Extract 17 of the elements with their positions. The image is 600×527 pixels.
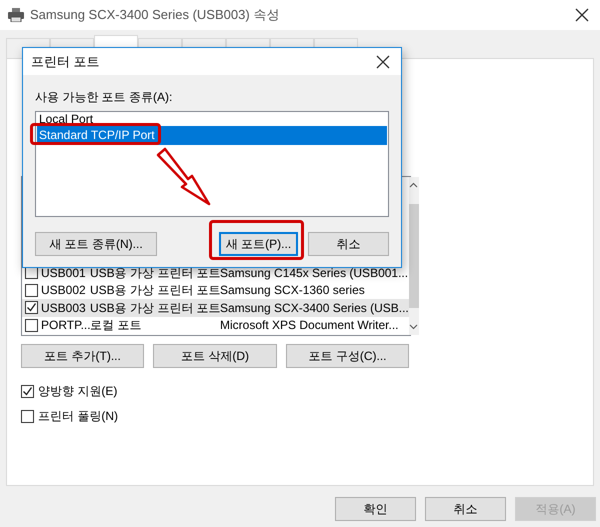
option-label: 양방향 지원(E) bbox=[38, 383, 118, 400]
port-description: USB용 가상 프린터 포트 bbox=[90, 300, 220, 317]
port-name: USB001 bbox=[40, 264, 87, 282]
port-description: USB용 가상 프린터 포트 bbox=[90, 264, 220, 282]
option-label: 프린터 풀링(N) bbox=[38, 408, 118, 425]
port-description: 로컬 포트 bbox=[90, 317, 142, 334]
printer-name: Microsoft XPS Document Writer... bbox=[220, 317, 398, 334]
dialog-title: 프린터 포트 bbox=[31, 52, 100, 71]
printer-name: Samsung SCX-3400 Series (USB... bbox=[220, 300, 409, 317]
port-name: USB002 bbox=[40, 282, 87, 300]
port-name: USB003 bbox=[40, 300, 87, 317]
port-description: USB용 가상 프린터 포트 bbox=[90, 282, 220, 300]
list-label: 사용 가능한 포트 종류(A): bbox=[35, 89, 174, 106]
port-name: PORTP... bbox=[40, 317, 90, 334]
printer-name: Samsung C145x Series (USB001... bbox=[220, 264, 408, 282]
window-title: Samsung SCX-3400 Series (USB003) 속성 bbox=[30, 6, 280, 24]
printer-name: Samsung SCX-1360 series bbox=[220, 282, 365, 300]
